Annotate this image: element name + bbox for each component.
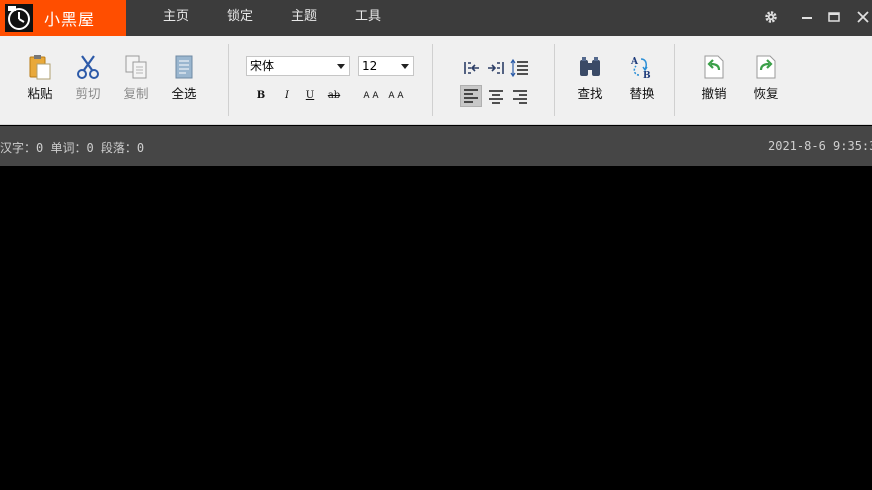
- minimize-icon: [802, 17, 812, 19]
- redo-icon: [756, 55, 776, 79]
- font-family-select[interactable]: 宋体: [246, 56, 350, 76]
- decrease-indent-button[interactable]: [461, 57, 483, 79]
- grow-font-button[interactable]: A A: [360, 88, 382, 104]
- copy-icon: [125, 55, 147, 79]
- tab-theme[interactable]: 主题: [291, 0, 317, 36]
- italic-button[interactable]: I: [280, 88, 294, 104]
- toolbar-divider: [674, 44, 675, 116]
- maximize-button[interactable]: [823, 6, 845, 28]
- svg-text:A: A: [630, 57, 639, 67]
- gear-icon: [765, 11, 777, 23]
- line-spacing-button[interactable]: [509, 57, 531, 79]
- datetime-status: 2021-8-6 9:35:3: [768, 139, 872, 153]
- replace-icon: A B: [630, 57, 651, 80]
- undo-button[interactable]: 撤销: [694, 54, 734, 102]
- minimize-button[interactable]: [796, 6, 818, 28]
- outdent-icon: [464, 62, 479, 74]
- settings-button[interactable]: [760, 6, 782, 28]
- word-count-status: 汉字：0 单词：0 段落：0: [0, 141, 145, 155]
- find-button[interactable]: 查找: [570, 54, 610, 102]
- copy-label: 复制: [123, 86, 149, 101]
- align-center-button[interactable]: [485, 86, 507, 108]
- paste-button[interactable]: 粘贴: [20, 54, 60, 102]
- status-bar: 汉字：0 单词：0 段落：0 2021-8-6 9:35:3: [0, 126, 872, 166]
- scissors-icon: [77, 55, 99, 79]
- maximize-icon: [828, 12, 840, 22]
- app-name: 小黑屋: [44, 10, 96, 29]
- tab-tools[interactable]: 工具: [355, 0, 381, 36]
- tab-lock[interactable]: 锁定: [227, 0, 253, 36]
- app-brand: 小黑屋: [0, 0, 126, 36]
- cut-button[interactable]: 剪切: [68, 54, 108, 102]
- svg-text:B: B: [643, 71, 651, 80]
- close-button[interactable]: [852, 6, 872, 28]
- bold-button[interactable]: B: [254, 88, 268, 104]
- redo-label: 恢复: [753, 86, 779, 101]
- redo-button[interactable]: 恢复: [746, 54, 786, 102]
- font-size-value: 12: [362, 59, 378, 73]
- select-all-button[interactable]: 全选: [164, 54, 204, 102]
- select-all-label: 全选: [171, 86, 197, 101]
- find-label: 查找: [577, 86, 603, 101]
- undo-icon: [704, 55, 724, 79]
- align-center-icon: [489, 90, 503, 104]
- toolbar-divider: [554, 44, 555, 116]
- title-bar: 小黑屋 主页 锁定 主题 工具: [0, 0, 872, 36]
- tab-home[interactable]: 主页: [163, 0, 189, 36]
- align-right-icon: [513, 90, 527, 104]
- app-logo-icon: [5, 4, 33, 32]
- replace-button[interactable]: A B 替换: [622, 54, 662, 102]
- close-icon: [857, 11, 869, 23]
- underline-button[interactable]: U: [303, 88, 317, 104]
- chevron-down-icon: [401, 64, 409, 69]
- select-all-icon: [175, 55, 193, 79]
- shrink-font-button[interactable]: A A: [385, 88, 407, 104]
- paste-icon: [29, 55, 51, 80]
- undo-label: 撤销: [701, 86, 727, 101]
- font-size-select[interactable]: 12: [358, 56, 414, 76]
- chevron-down-icon: [337, 64, 345, 69]
- indent-icon: [488, 62, 504, 74]
- paste-label: 粘贴: [27, 86, 53, 101]
- align-left-icon: [464, 89, 478, 103]
- line-spacing-icon: [510, 58, 528, 78]
- toolbar-divider: [432, 44, 433, 116]
- font-family-value: 宋体: [250, 59, 275, 73]
- copy-button[interactable]: 复制: [116, 54, 156, 102]
- strikethrough-button[interactable]: ab: [326, 88, 342, 104]
- cut-label: 剪切: [75, 86, 101, 101]
- editor-area[interactable]: [0, 166, 872, 490]
- replace-label: 替换: [629, 86, 655, 101]
- toolbar-divider: [228, 44, 229, 116]
- ribbon-toolbar: 粘贴 剪切 复制 全选 宋体 12 B I U ab A A A A 查找 A …: [0, 36, 872, 125]
- binoculars-icon: [580, 57, 600, 76]
- increase-indent-button[interactable]: [485, 57, 507, 79]
- align-right-button[interactable]: [509, 86, 531, 108]
- align-left-button[interactable]: [460, 85, 482, 107]
